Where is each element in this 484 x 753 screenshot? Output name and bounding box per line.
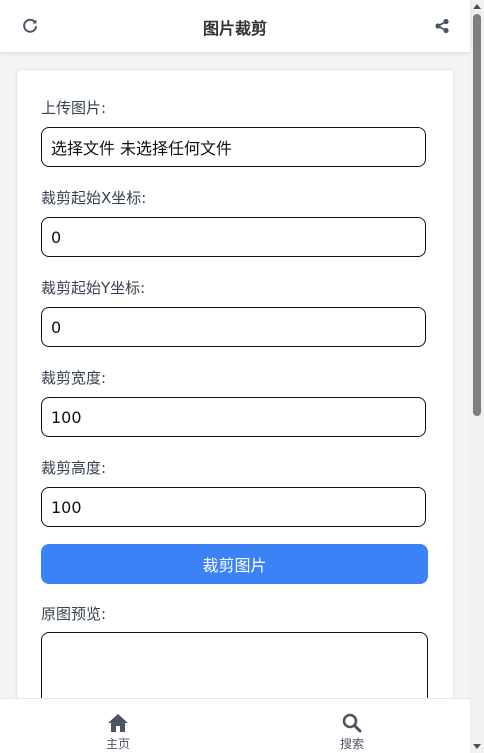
crop-form-card: 上传图片: 选择文件 未选择任何文件 裁剪起始X坐标: 裁剪起始Y坐标: 裁剪宽… (16, 69, 454, 753)
crop-y-label: 裁剪起始Y坐标: (41, 279, 146, 297)
scrollbar-thumb[interactable] (473, 14, 481, 416)
file-choose-button[interactable]: 选择文件 (51, 135, 115, 159)
crop-y-input[interactable] (51, 317, 416, 337)
file-input[interactable]: 选择文件 未选择任何文件 (41, 127, 426, 167)
share-icon (435, 18, 449, 34)
upload-label: 上传图片: (41, 99, 107, 117)
file-status-text: 未选择任何文件 (120, 139, 233, 158)
nav-search[interactable]: 搜索 (322, 713, 382, 752)
scroll-up-arrow[interactable] (473, 4, 481, 9)
share-button[interactable] (431, 15, 453, 37)
crop-height-input[interactable] (51, 497, 416, 517)
scrollbar[interactable] (470, 0, 484, 753)
preview-label: 原图预览: (41, 605, 107, 623)
nav-home[interactable]: 主页 (88, 713, 148, 752)
bottom-nav: 主页 搜索 (0, 698, 470, 753)
app: 图片裁剪 上传图片: 选择文件 未选择任何文件 裁剪起始X坐标: 裁剪起始Y坐标… (0, 0, 470, 753)
nav-home-label: 主页 (105, 737, 130, 751)
nav-search-label: 搜索 (339, 737, 364, 751)
crop-x-label: 裁剪起始X坐标: (41, 189, 147, 207)
crop-width-field-wrapper (41, 397, 426, 437)
crop-x-input[interactable] (51, 227, 416, 247)
search-icon (342, 713, 362, 733)
page-title: 图片裁剪 (202, 19, 267, 38)
crop-height-label: 裁剪高度: (41, 459, 107, 477)
crop-height-field-wrapper (41, 487, 426, 527)
top-bar: 图片裁剪 (0, 0, 470, 52)
crop-x-field-wrapper (41, 217, 426, 257)
home-icon (108, 714, 128, 732)
crop-image-button[interactable]: 裁剪图片 (41, 544, 428, 584)
crop-y-field-wrapper (41, 307, 426, 347)
crop-width-input[interactable] (51, 407, 416, 427)
crop-width-label: 裁剪宽度: (41, 369, 107, 387)
scroll-down-arrow[interactable] (473, 744, 481, 749)
